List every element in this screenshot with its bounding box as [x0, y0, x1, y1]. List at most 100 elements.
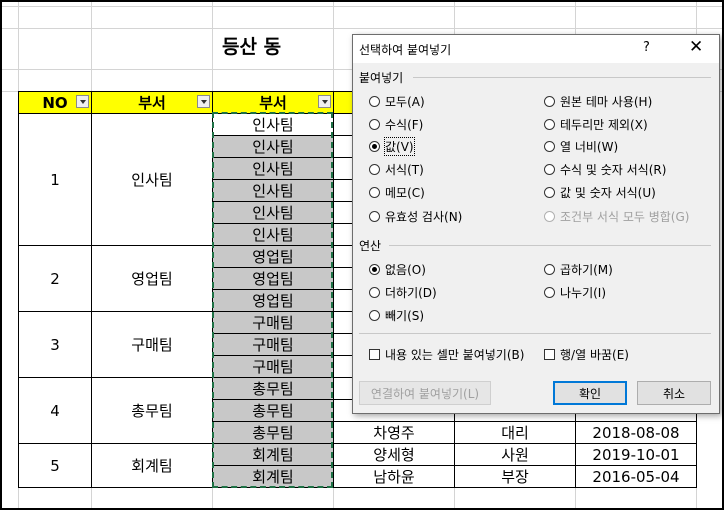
option-label: 더하기(D)	[385, 285, 437, 300]
cell-dept2[interactable]: 영업팀	[212, 267, 334, 290]
option-label: 열 너비(W)	[560, 139, 619, 154]
cell-dept2[interactable]: 총무팀	[212, 399, 334, 422]
cell-dept2[interactable]: 인사팀	[212, 201, 334, 224]
sheet-title: 등산 동	[222, 36, 282, 58]
operation-add-option[interactable]: 더하기(D)	[369, 283, 437, 301]
option-label: 곱하기(M)	[560, 262, 613, 277]
dialog-titlebar[interactable]: 선택하여 붙여넣기 ? ✕	[353, 35, 719, 63]
radio-icon	[369, 118, 380, 130]
radio-icon	[369, 286, 380, 298]
paste-except-borders-option[interactable]: 테두리만 제외(X)	[544, 115, 648, 133]
radio-icon	[544, 286, 555, 298]
paste-formulas-option[interactable]: 수식(F)	[369, 115, 423, 133]
cell-name[interactable]: 차영주	[333, 421, 455, 444]
paste-comments-option[interactable]: 메모(C)	[369, 183, 425, 201]
paste-values-option[interactable]: 값(V)	[369, 136, 415, 156]
radio-icon	[544, 186, 555, 198]
radio-icon	[369, 95, 380, 107]
cell-dept[interactable]: 회계팀	[91, 443, 213, 488]
cell-no[interactable]: 4	[18, 377, 92, 444]
cell-dept2[interactable]: 인사팀	[212, 157, 334, 180]
transpose-checkbox[interactable]: 행/열 바꿈(E)	[544, 345, 629, 363]
ok-button[interactable]: 확인	[553, 381, 627, 405]
radio-icon	[544, 163, 555, 175]
header-no-label: NO	[42, 93, 68, 112]
filter-dropdown-icon[interactable]	[197, 95, 210, 108]
operation-none-option[interactable]: 없음(O)	[369, 260, 426, 278]
cell-name[interactable]: 남하윤	[333, 465, 455, 488]
option-label: 수식 및 숫자 서식(R)	[560, 162, 667, 177]
cell-rank[interactable]: 사원	[454, 443, 576, 466]
cell-rank[interactable]: 대리	[454, 421, 576, 444]
paste-link-button: 연결하여 붙여넣기(L)	[359, 381, 491, 405]
option-label: 모두(A)	[385, 94, 425, 109]
option-label: 빼기(S)	[385, 308, 425, 323]
cell-no[interactable]: 5	[18, 443, 92, 488]
checkbox-icon	[544, 348, 555, 360]
cell-dept2[interactable]: 총무팀	[212, 421, 334, 444]
radio-icon	[544, 210, 555, 222]
cell-no[interactable]: 1	[18, 113, 92, 246]
gridline	[2, 28, 722, 29]
operation-divide-option[interactable]: 나누기(I)	[544, 283, 606, 301]
cell-dept2[interactable]: 인사팀	[212, 179, 334, 202]
radio-selected-icon	[369, 140, 380, 152]
cell-dept[interactable]: 영업팀	[91, 245, 213, 312]
paste-validation-option[interactable]: 유효성 검사(N)	[369, 207, 462, 225]
radio-icon	[544, 140, 555, 152]
paste-formulas-numbers-option[interactable]: 수식 및 숫자 서식(R)	[544, 160, 666, 178]
paste-formats-option[interactable]: 서식(T)	[369, 160, 424, 178]
cell-dept[interactable]: 구매팀	[91, 311, 213, 378]
cell-no[interactable]: 3	[18, 311, 92, 378]
cell-dept2[interactable]: 구매팀	[212, 355, 334, 378]
cell-dept2[interactable]: 인사팀	[212, 113, 334, 136]
cell-dept2[interactable]: 총무팀	[212, 377, 334, 400]
radio-icon	[369, 186, 380, 198]
option-label: 값(V)	[384, 136, 415, 156]
cell-dept2[interactable]: 인사팀	[212, 135, 334, 158]
operation-subtract-option[interactable]: 빼기(S)	[369, 306, 424, 324]
header-no[interactable]: NO	[18, 91, 92, 114]
cell-date[interactable]: 2018-08-08	[575, 421, 697, 444]
filter-dropdown-icon[interactable]	[318, 95, 331, 108]
option-label: 값 및 숫자 서식(U)	[560, 185, 656, 200]
cell-dept2[interactable]: 회계팀	[212, 443, 334, 466]
paste-merge-conditional-option: 조건부 서식 모두 병합(G)	[544, 207, 689, 225]
radio-icon	[369, 210, 380, 222]
cell-dept[interactable]: 총무팀	[91, 377, 213, 444]
option-label: 서식(T)	[385, 162, 424, 177]
paste-all-option[interactable]: 모두(A)	[369, 92, 425, 110]
header-dept2[interactable]: 부서	[212, 91, 334, 114]
cell-date[interactable]: 2019-10-01	[575, 443, 697, 466]
cell-dept[interactable]: 인사팀	[91, 113, 213, 246]
skip-blanks-checkbox[interactable]: 내용 있는 셀만 붙여넣기(B)	[369, 345, 524, 363]
header-dept2-label: 부서	[259, 94, 287, 112]
header-dept[interactable]: 부서	[91, 91, 213, 114]
paste-source-theme-option[interactable]: 원본 테마 사용(H)	[544, 92, 652, 110]
option-label: 테두리만 제외(X)	[560, 117, 648, 132]
filter-dropdown-icon[interactable]	[76, 95, 89, 108]
cell-name[interactable]: 양세형	[333, 443, 455, 466]
header-dept-label: 부서	[138, 94, 166, 112]
app-window: 등산 동 NO 부서 부서 1 인사팀 인사팀 인사팀 인사팀 인사팀 인사팀 인사팀 2 영업팀…	[0, 0, 724, 510]
paste-values-numbers-option[interactable]: 값 및 숫자 서식(U)	[544, 183, 656, 201]
radio-icon	[544, 263, 555, 275]
cell-dept2[interactable]: 회계팀	[212, 465, 334, 488]
cell-rank[interactable]: 부장	[454, 465, 576, 488]
checkbox-icon	[369, 348, 380, 360]
cell-dept2[interactable]: 구매팀	[212, 311, 334, 334]
checkbox-label: 행/열 바꿈(E)	[560, 347, 629, 362]
cell-dept2[interactable]: 구매팀	[212, 333, 334, 356]
paste-column-widths-option[interactable]: 열 너비(W)	[544, 137, 618, 155]
cell-dept2[interactable]: 영업팀	[212, 245, 334, 268]
cell-dept2[interactable]: 영업팀	[212, 289, 334, 312]
checkbox-label: 내용 있는 셀만 붙여넣기(B)	[385, 347, 525, 362]
cell-date[interactable]: 2016-05-04	[575, 465, 697, 488]
options-divider	[359, 333, 711, 334]
help-icon[interactable]: ?	[643, 40, 650, 55]
close-icon[interactable]: ✕	[689, 37, 703, 57]
cancel-button[interactable]: 취소	[637, 381, 711, 405]
cell-no[interactable]: 2	[18, 245, 92, 312]
operation-multiply-option[interactable]: 곱하기(M)	[544, 260, 613, 278]
cell-dept2[interactable]: 인사팀	[212, 223, 334, 246]
